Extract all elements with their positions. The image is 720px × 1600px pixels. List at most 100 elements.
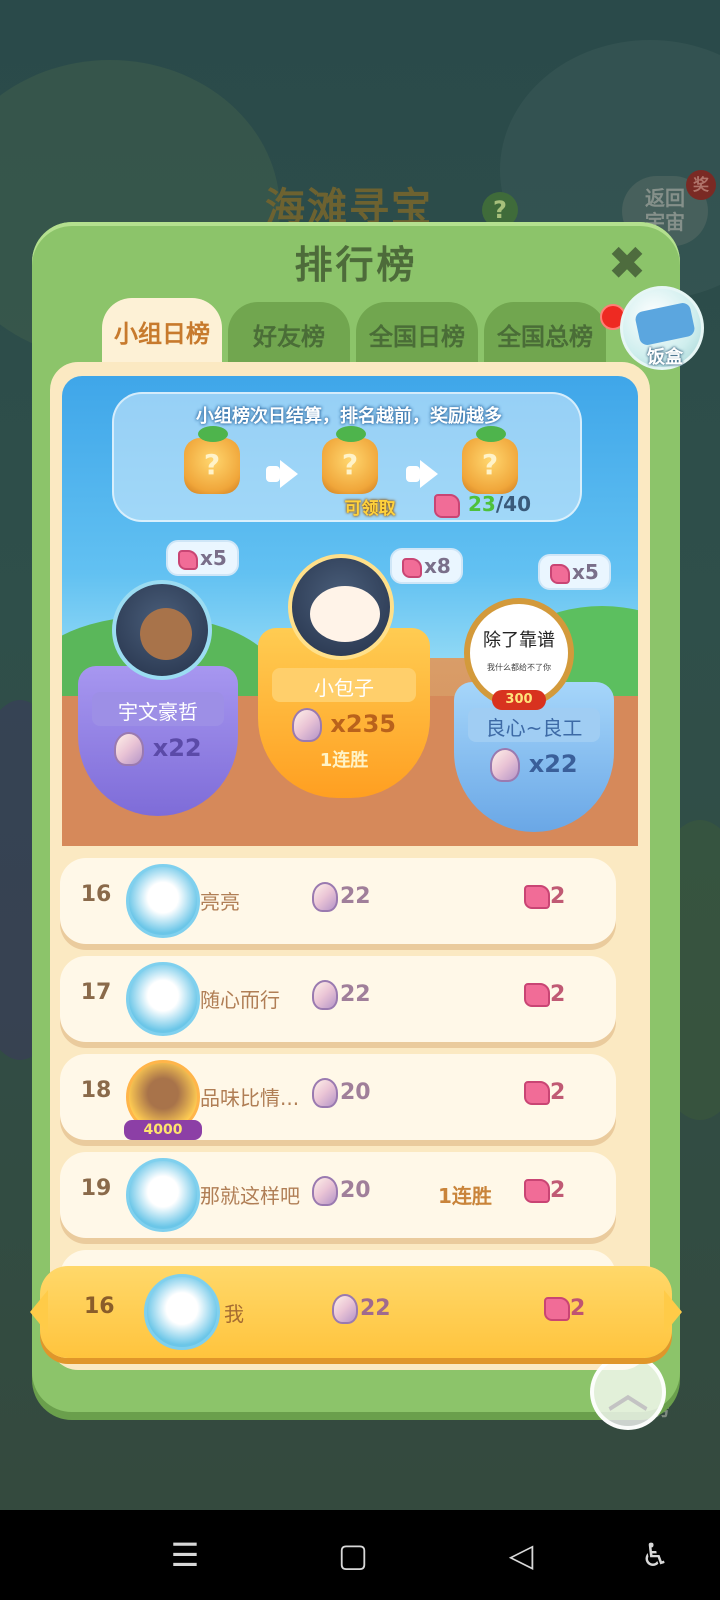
- flag-icon: [178, 549, 198, 570]
- treasure-chest-icon[interactable]: ?: [184, 426, 240, 494]
- row-shells: 20: [312, 1176, 371, 1206]
- podium-third-name: 良心~良工: [485, 716, 583, 740]
- leaderboard-panel: 小组榜次日结算，排名越前，奖励越多 ? ? 可领取 ? 23/40 x5 宇文豪…: [50, 362, 666, 1430]
- table-row[interactable]: 18 4000 品味比情... 20 2: [60, 1054, 616, 1140]
- shell-icon: [312, 1176, 338, 1206]
- shell-icon: [312, 1078, 338, 1108]
- self-row-left-tip: [30, 1290, 48, 1334]
- table-row[interactable]: 17 随心而行 22 2: [60, 956, 616, 1042]
- flag-icon: [524, 1179, 550, 1203]
- table-row[interactable]: 19 那就这样吧 20 1连胜 2: [60, 1152, 616, 1238]
- arrow-tail: [266, 466, 280, 482]
- self-shells-value: 22: [360, 1296, 391, 1321]
- podium-first-shells: x235: [330, 710, 396, 738]
- row-flags: 2: [524, 884, 565, 909]
- accessibility-icon[interactable]: ♿: [630, 1530, 680, 1580]
- row-flags-value: 2: [550, 982, 566, 1007]
- row-flags-value: 2: [550, 1080, 566, 1105]
- avatar: [126, 962, 200, 1036]
- tab-group-daily[interactable]: 小组日榜: [102, 298, 222, 370]
- self-flags-value: 2: [570, 1296, 586, 1321]
- self-name: 我: [224, 1302, 244, 1326]
- avatar[interactable]: [288, 554, 394, 660]
- shell-icon: [312, 882, 338, 912]
- podium-second-shells: x22: [152, 734, 202, 762]
- self-flags: 2: [544, 1296, 585, 1321]
- menu-icon[interactable]: ☰: [160, 1530, 210, 1580]
- row-shells: 22: [312, 980, 371, 1010]
- arrow-right-icon: [420, 460, 438, 488]
- treasure-chest-icon[interactable]: ?: [462, 426, 518, 494]
- row-name: 随心而行: [200, 988, 280, 1012]
- flag-icon: [544, 1297, 570, 1321]
- reward-badge: 奖: [686, 170, 716, 200]
- shell-icon: [114, 732, 145, 766]
- self-rank-row[interactable]: 16 我 22 2: [30, 1266, 682, 1358]
- row-rank: 19: [80, 1176, 112, 1201]
- shell-icon: [312, 980, 338, 1010]
- avatar: [126, 864, 200, 938]
- avatar: [144, 1274, 220, 1350]
- row-rank: 18: [80, 1078, 112, 1103]
- row-name: 那就这样吧: [200, 1184, 300, 1208]
- home-icon[interactable]: ▢: [328, 1530, 378, 1580]
- row-flags: 2: [524, 1080, 565, 1105]
- claimable-label: 可领取: [344, 499, 396, 519]
- row-flags-value: 2: [550, 884, 566, 909]
- flag-icon: [524, 983, 550, 1007]
- podium-third-score: x22: [454, 748, 614, 782]
- podium-second-score: x22: [78, 732, 238, 766]
- row-name: 亮亮: [200, 890, 240, 914]
- row-shells: 22: [312, 882, 371, 912]
- flag-icon: [550, 563, 570, 584]
- reward-bubble: x8: [390, 548, 463, 584]
- row-streak: 1连胜: [438, 1184, 492, 1208]
- back-icon[interactable]: ◁: [496, 1530, 546, 1580]
- avatar: [126, 1158, 200, 1232]
- avatar-frame-badge: 300: [492, 690, 546, 710]
- shell-icon: [332, 1294, 358, 1324]
- self-row-right-tip: [664, 1290, 682, 1334]
- modal-title: 排行榜: [294, 243, 418, 287]
- table-row[interactable]: 16 亮亮 22 2: [60, 858, 616, 944]
- podium-first-name: 小包子: [314, 676, 374, 700]
- row-shells-value: 20: [340, 1178, 371, 1203]
- podium-first-streak: 1连胜: [319, 750, 369, 771]
- arrow-right-icon: [280, 460, 298, 488]
- scroll-up-button[interactable]: ︿: [590, 1354, 666, 1430]
- reward-bubble-value: x8: [424, 554, 451, 578]
- avatar-badge: 4000: [124, 1120, 202, 1140]
- shell-icon: [490, 748, 521, 782]
- row-name: 品味比情...: [200, 1086, 300, 1110]
- row-shells-value: 22: [340, 884, 371, 909]
- row-shells: 20: [312, 1078, 371, 1108]
- self-rank: 16: [84, 1294, 115, 1319]
- reward-bubble: x5: [538, 554, 611, 590]
- reward-bubble-value: x5: [200, 546, 227, 570]
- close-icon[interactable]: ✖: [604, 240, 650, 286]
- avatar-face: [140, 608, 192, 660]
- lunchbox-button[interactable]: 饭盒: [620, 286, 704, 370]
- row-flags: 2: [524, 982, 565, 1007]
- flag-icon: [434, 494, 460, 518]
- reward-info-card: 小组榜次日结算，排名越前，奖励越多 ? ? 可领取 ? 23/40: [112, 392, 582, 522]
- treasure-chest-icon[interactable]: ?: [322, 426, 378, 494]
- reward-bubble-value: x5: [572, 560, 599, 584]
- flag-icon: [524, 885, 550, 909]
- progress-current: 23: [468, 492, 496, 516]
- flag-icon: [402, 557, 422, 578]
- self-shells: 22: [332, 1294, 391, 1324]
- avatar[interactable]: [112, 580, 212, 680]
- podium-scene: 小组榜次日结算，排名越前，奖励越多 ? ? 可领取 ? 23/40 x5 宇文豪…: [62, 376, 638, 846]
- row-shells-value: 20: [340, 1080, 371, 1105]
- podium-third-shells: x22: [528, 750, 578, 778]
- row-flags: 2: [524, 1178, 565, 1203]
- reward-bubble: x5: [166, 540, 239, 576]
- flag-icon: [524, 1081, 550, 1105]
- avatar-frame-text: 除了靠谱: [483, 630, 555, 651]
- leaderboard-modal: 排行榜 ✖ 小组日榜 好友榜 全国日榜 全国总榜 饭盒 小组榜次日结算，排名越前…: [30, 222, 704, 1430]
- arrow-tail: [406, 466, 420, 482]
- progress-total: /40: [495, 492, 531, 516]
- reward-info-text: 小组榜次日结算，排名越前，奖励越多: [196, 406, 502, 427]
- podium-second-name: 宇文豪哲: [118, 700, 198, 724]
